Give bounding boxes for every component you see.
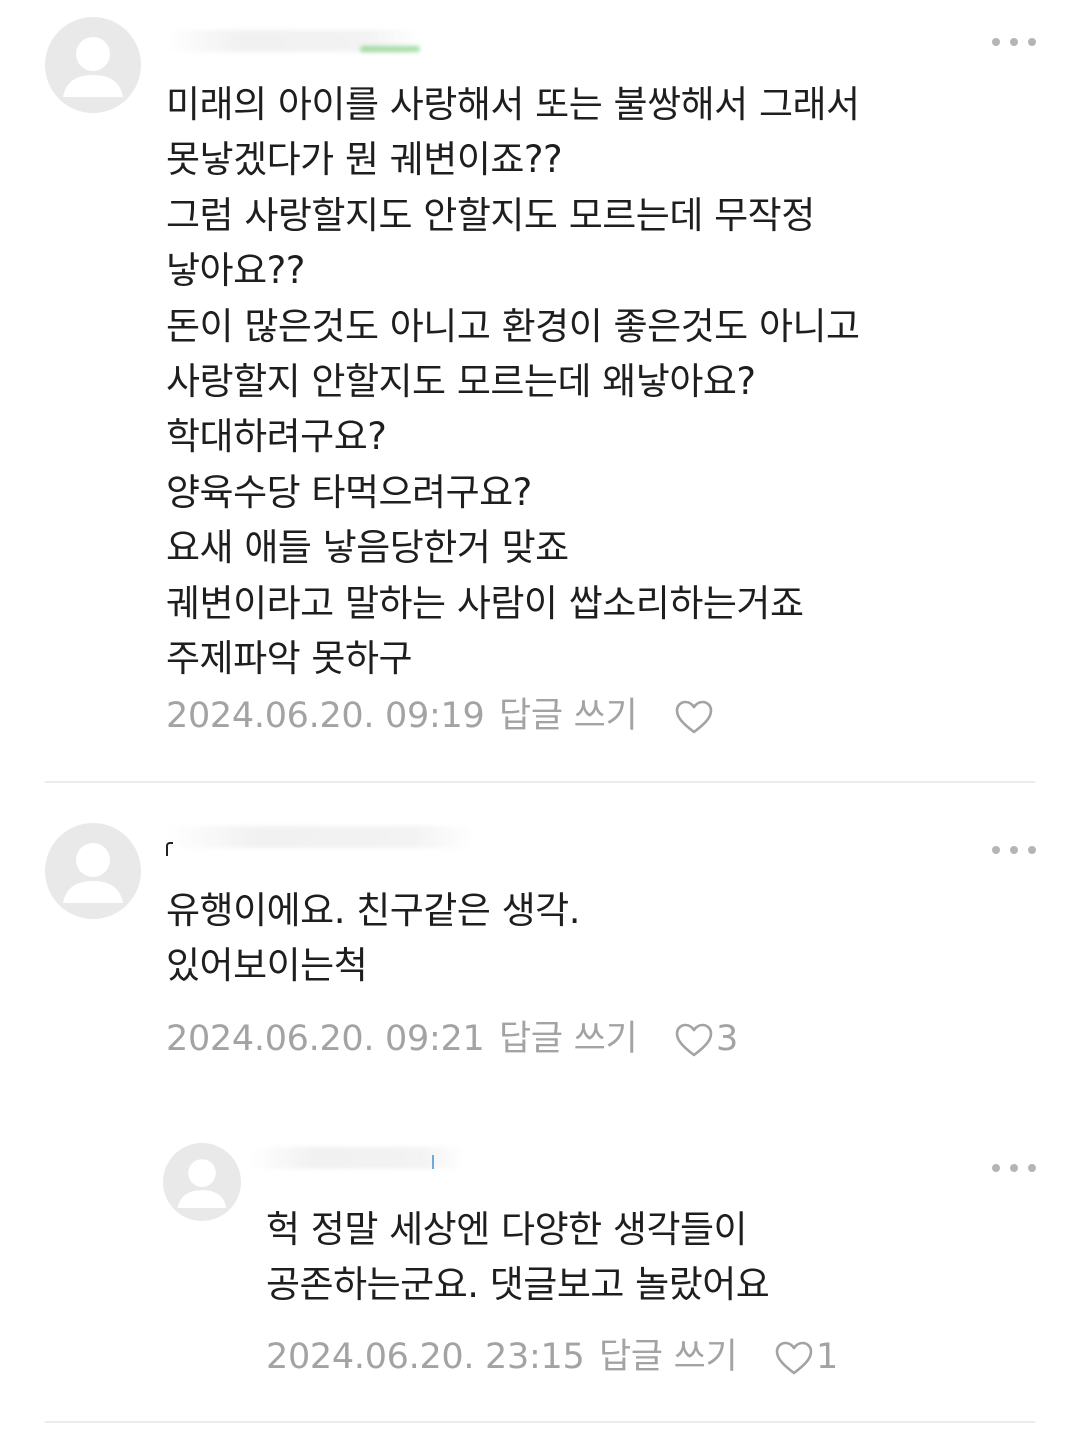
- default-user-avatar-icon: [63, 37, 123, 97]
- comment-line: 양육수당 타먹으려구요?: [166, 470, 532, 514]
- comment-date: 2024.06.20. 23:15: [266, 1337, 585, 1377]
- user-avatar[interactable]: [163, 1143, 241, 1221]
- reply-button[interactable]: 답글 쓰기: [499, 1017, 638, 1061]
- more-options-button[interactable]: [992, 1161, 1036, 1173]
- more-options-icon: [992, 1164, 1000, 1172]
- heart-outline-icon: [775, 1341, 813, 1375]
- heart-outline-icon: [675, 700, 713, 734]
- user-avatar[interactable]: [45, 17, 141, 113]
- like-count: 1: [816, 1337, 838, 1377]
- more-options-icon: [992, 38, 1000, 46]
- comment-divider: [45, 781, 1035, 783]
- reply-button[interactable]: 답글 쓰기: [499, 694, 638, 738]
- comment-divider: [45, 1421, 1035, 1423]
- comment-text: 유행이에요. 친구같은 생각. 있어보이는척: [166, 883, 580, 994]
- comment-line: 못낳겠다가 뭔 궤변이죠??: [166, 138, 563, 182]
- comment-line: 헉 정말 세상엔 다양한 생각들이: [266, 1208, 748, 1251]
- comment-line: 있어보이는척: [166, 944, 368, 988]
- user-nickname[interactable]: [165, 826, 475, 848]
- comment-text: 미래의 아이를 사랑해서 또는 불쌍해서 그래서 못낳겠다가 뭔 궤변이죠?? …: [166, 77, 860, 686]
- more-options-button[interactable]: [992, 35, 1036, 47]
- nickname-badge: [360, 46, 420, 52]
- comment-meta: 2024.06.20. 09:19 답글 쓰기: [166, 694, 766, 738]
- comment-line: 돈이 많은것도 아니고 환경이 좋은것도 아니고: [166, 304, 860, 348]
- comment-line: 요새 애들 낳음당한거 맞죠: [166, 526, 569, 570]
- comment-line: 미래의 아이를 사랑해서 또는 불쌍해서 그래서: [166, 83, 860, 126]
- comment-line: 주제파악 못하구: [166, 637, 413, 681]
- comment-line: 학대하려구요?: [166, 415, 387, 459]
- comment-line: 공존하는군요. 댓글보고 놀랐어요: [266, 1263, 770, 1307]
- more-options-button[interactable]: [992, 843, 1036, 855]
- comment-meta: 2024.06.20. 23:15 답글 쓰기 1: [266, 1335, 866, 1379]
- comment-date: 2024.06.20. 09:19: [166, 696, 485, 736]
- more-options-icon: [992, 846, 1000, 854]
- comment-meta: 2024.06.20. 09:21 답글 쓰기 3: [166, 1017, 766, 1061]
- comment-date: 2024.06.20. 09:21: [166, 1019, 485, 1059]
- comment-line: 사랑할지 안할지도 모르는데 왜낳아요?: [166, 360, 756, 404]
- like-count: 3: [716, 1019, 738, 1059]
- comment-line: 궤변이라고 말하는 사람이 쌉소리하는거죠: [166, 581, 804, 625]
- comment-line: 유행이에요. 친구같은 생각.: [166, 889, 580, 932]
- comment-text: 헉 정말 세상엔 다양한 생각들이 공존하는군요. 댓글보고 놀랐어요: [266, 1202, 770, 1313]
- heart-outline-icon: [675, 1023, 713, 1057]
- comment-line: 그럼 사랑할지도 안할지도 모르는데 무작정: [166, 193, 815, 237]
- default-user-avatar-icon: [177, 1159, 227, 1208]
- default-user-avatar-icon: [63, 843, 123, 903]
- nickname-mark: [166, 842, 173, 856]
- nickname-mark: [432, 1155, 434, 1169]
- reply-button[interactable]: 답글 쓰기: [599, 1335, 738, 1379]
- comment-line: 낳아요??: [166, 249, 305, 293]
- user-avatar[interactable]: [45, 823, 141, 919]
